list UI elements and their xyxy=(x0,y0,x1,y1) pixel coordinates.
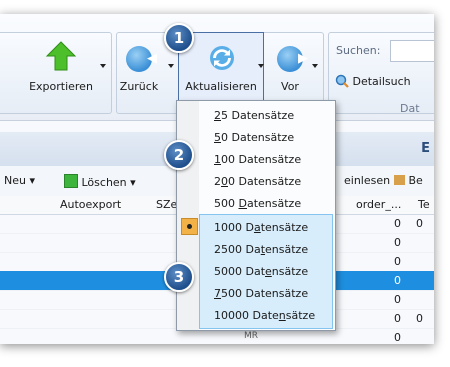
callout-badge-1: 1 xyxy=(164,23,194,53)
detail-search-button[interactable]: Detailsuch xyxy=(335,74,411,88)
table-icon xyxy=(394,175,405,185)
delete-button[interactable]: Löschen ▾ xyxy=(64,174,136,189)
refresh-label: Aktualisieren xyxy=(185,80,257,93)
section-header-letter: E xyxy=(421,141,430,156)
back-button[interactable]: ◀ Zurück xyxy=(118,32,160,112)
delete-icon xyxy=(64,174,78,188)
menu-item-10000[interactable]: 10000 Datensätze xyxy=(200,305,331,327)
chevron-down-icon[interactable] xyxy=(312,64,318,68)
export-button[interactable]: Exportieren xyxy=(26,32,96,112)
search-input[interactable] xyxy=(390,40,434,62)
menu-item-7500[interactable]: 7500 Datensätze xyxy=(200,283,331,305)
menu-item-50[interactable]: 50 Datensätze xyxy=(200,127,331,149)
detail-search-label: Detailsuch xyxy=(352,75,411,88)
export-label: Exportieren xyxy=(29,80,93,93)
menu-gutter xyxy=(177,101,199,330)
group-caption: Dat xyxy=(400,102,420,115)
new-button[interactable]: Neu ▾ xyxy=(4,174,35,187)
back-icon: ◀ xyxy=(126,46,157,72)
export-arrow-icon xyxy=(45,41,77,71)
chevron-down-icon[interactable] xyxy=(258,64,264,68)
selected-check-icon xyxy=(181,218,198,235)
menu-item-5000[interactable]: 5000 Datensätze xyxy=(200,261,331,283)
menu-item-2500[interactable]: 2500 Datensätze xyxy=(200,239,331,261)
search-icon xyxy=(335,74,349,88)
back-label: Zurück xyxy=(119,80,159,93)
refresh-icon xyxy=(210,46,234,70)
callout-badge-3: 3 xyxy=(164,262,194,292)
chevron-down-icon[interactable] xyxy=(168,64,174,68)
menu-item-100[interactable]: 100 Datensätze xyxy=(200,149,331,171)
menu-item-25[interactable]: 25 Datensätze xyxy=(200,105,331,127)
column-header[interactable]: Autoexport xyxy=(60,198,121,211)
import-button[interactable]: einlesen xyxy=(344,174,390,187)
column-header[interactable]: order_... xyxy=(356,198,401,211)
chevron-down-icon[interactable] xyxy=(100,64,106,68)
menu-item-1000[interactable]: 1000 Datensätze xyxy=(200,217,331,239)
forward-icon: ▶ xyxy=(277,46,308,72)
peek-text: MR xyxy=(244,331,259,341)
search-label: Suchen: xyxy=(336,44,381,57)
column-header[interactable]: SZe xyxy=(156,198,177,211)
menu-item-500[interactable]: 500 Datensätze xyxy=(200,193,331,215)
column-header[interactable]: Te xyxy=(418,198,430,211)
bez-button[interactable]: Be xyxy=(394,174,423,187)
records-dropdown-menu: 25 Datensätze 50 Datensätze 100 Datensät… xyxy=(176,100,336,331)
callout-badge-2: 2 xyxy=(164,140,194,170)
menu-item-200[interactable]: 200 Datensätze xyxy=(200,171,331,193)
forward-label: Vor xyxy=(281,80,299,93)
